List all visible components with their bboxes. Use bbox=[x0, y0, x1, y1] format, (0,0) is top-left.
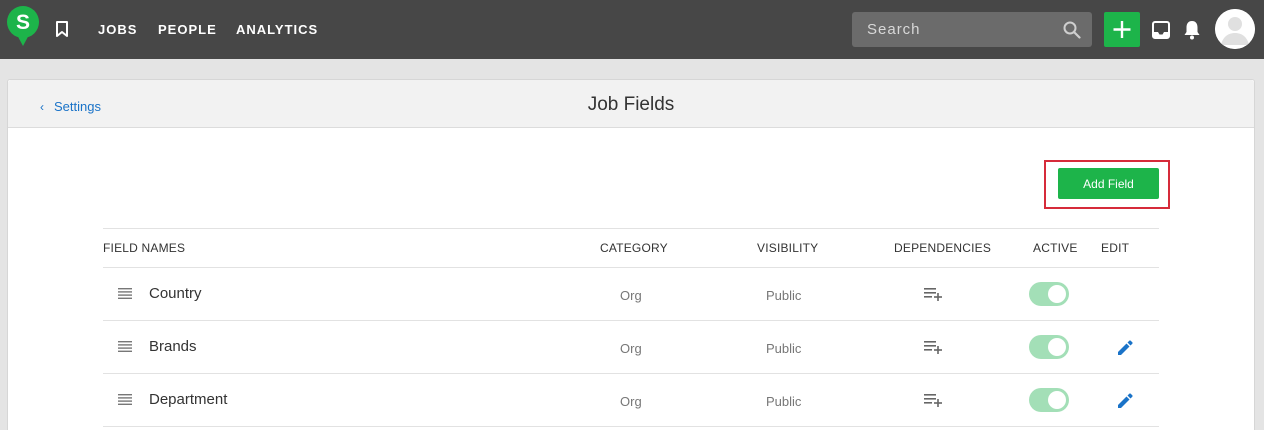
field-name: Country bbox=[149, 285, 202, 302]
table-divider bbox=[103, 426, 1159, 427]
edit-pencil-icon[interactable] bbox=[1117, 393, 1133, 409]
drag-handle-icon[interactable] bbox=[118, 394, 132, 405]
field-name: Department bbox=[149, 391, 228, 408]
col-field-names: FIELD NAMES bbox=[103, 241, 186, 255]
col-edit: EDIT bbox=[1101, 241, 1130, 255]
field-category: Org bbox=[620, 341, 642, 356]
col-dependencies: DEPENDENCIES bbox=[894, 241, 992, 255]
table-row: Brands Org Public bbox=[103, 321, 1159, 374]
table-divider bbox=[103, 228, 1159, 229]
inbox-icon[interactable] bbox=[1151, 20, 1171, 40]
active-toggle[interactable] bbox=[1029, 335, 1069, 359]
nav-link-analytics[interactable]: ANALYTICS bbox=[236, 22, 318, 37]
nav-link-jobs[interactable]: JOBS bbox=[98, 22, 137, 37]
field-visibility: Public bbox=[766, 341, 802, 356]
field-category: Org bbox=[620, 394, 642, 409]
edit-pencil-icon[interactable] bbox=[1117, 340, 1133, 356]
bell-icon[interactable] bbox=[1182, 19, 1202, 40]
search-icon[interactable] bbox=[1063, 21, 1081, 39]
active-toggle[interactable] bbox=[1029, 388, 1069, 412]
add-dependency-icon[interactable] bbox=[924, 287, 943, 301]
col-category: CATEGORY bbox=[600, 241, 668, 255]
search-input[interactable] bbox=[852, 12, 1052, 47]
table-row: Department Org Public bbox=[103, 374, 1159, 427]
job-fields-card: ‹ Settings Job Fields Add Field FIELD NAM… bbox=[7, 79, 1255, 430]
toggle-knob bbox=[1048, 338, 1066, 356]
logo-icon[interactable]: S bbox=[6, 6, 40, 48]
field-visibility: Public bbox=[766, 288, 802, 303]
toggle-knob bbox=[1048, 391, 1066, 409]
page-title: Job Fields bbox=[587, 94, 675, 115]
drag-handle-icon[interactable] bbox=[118, 288, 132, 299]
avatar[interactable] bbox=[1215, 9, 1255, 49]
field-visibility: Public bbox=[766, 394, 802, 409]
bookmark-icon[interactable] bbox=[55, 21, 69, 37]
col-active: ACTIVE bbox=[1033, 241, 1078, 255]
field-category: Org bbox=[620, 288, 642, 303]
search-box bbox=[852, 12, 1092, 47]
toggle-knob bbox=[1048, 285, 1066, 303]
plus-icon bbox=[1113, 21, 1131, 38]
nav-link-people[interactable]: PEOPLE bbox=[158, 22, 217, 37]
field-name: Brands bbox=[149, 338, 197, 355]
add-dependency-icon[interactable] bbox=[924, 393, 943, 407]
drag-handle-icon[interactable] bbox=[118, 341, 132, 352]
active-toggle[interactable] bbox=[1029, 282, 1069, 306]
add-field-button[interactable]: Add Field bbox=[1058, 168, 1159, 199]
top-navbar: S JOBS PEOPLE ANALYTICS bbox=[0, 0, 1264, 59]
logo-letter: S bbox=[16, 11, 30, 34]
table-row: Country Org Public bbox=[103, 268, 1159, 321]
create-button[interactable] bbox=[1104, 12, 1140, 47]
card-header: ‹ Settings Job Fields bbox=[8, 80, 1254, 128]
user-icon bbox=[1215, 9, 1255, 49]
col-visibility: VISIBILITY bbox=[757, 241, 819, 255]
add-dependency-icon[interactable] bbox=[924, 340, 943, 354]
